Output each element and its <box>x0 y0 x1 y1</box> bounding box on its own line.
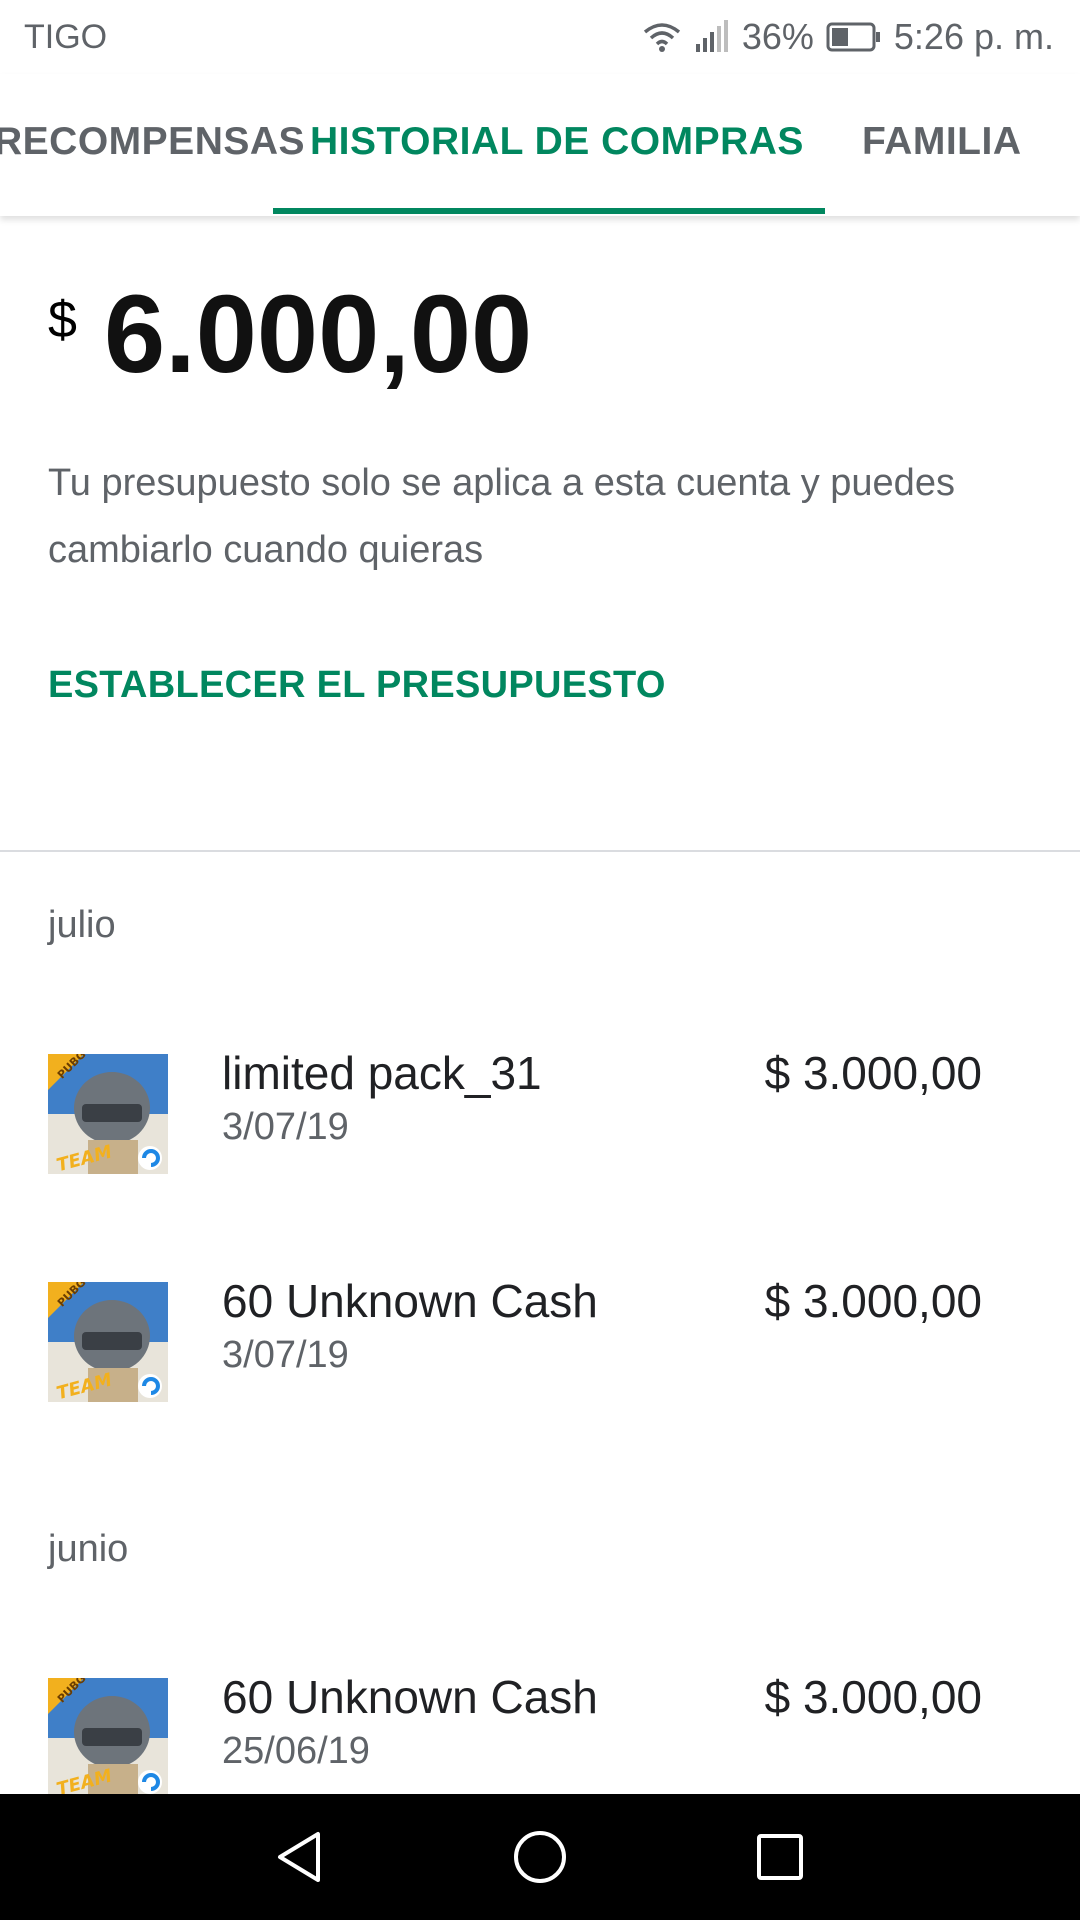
currency-symbol: $ <box>48 291 77 349</box>
tab-purchase-history[interactable]: HISTORIAL DE COMPRAS <box>310 120 804 164</box>
clock: 5:26 p. m. <box>893 16 1054 57</box>
pubg-app-icon: PUBG TEAM <box>48 1054 168 1174</box>
set-budget-button[interactable]: ESTABLECER EL PRESUPUESTO <box>48 664 666 707</box>
navigation-bar <box>0 1794 1080 1920</box>
purchase-item[interactable]: PUBG TEAM limited pack_31 3/07/19 $ 3.00… <box>0 1046 1080 1196</box>
tab-rewards[interactable]: RECOMPENSAS <box>0 120 305 164</box>
budget-description: Tu presupuesto solo se aplica a esta cue… <box>48 462 955 571</box>
back-icon[interactable] <box>264 1822 334 1892</box>
battery-percent: 36% <box>741 16 814 57</box>
recents-icon[interactable] <box>745 1822 815 1892</box>
home-icon[interactable] <box>505 1822 575 1892</box>
purchase-name: limited pack_31 <box>222 1047 542 1099</box>
status-icons: 36% 5:26 p. m. <box>642 14 1054 60</box>
purchase-price: $ 3.000,00 <box>764 1047 982 1099</box>
budget-value: 6.000,00 <box>104 273 533 396</box>
active-tab-indicator <box>273 208 825 214</box>
wifi-icon <box>642 20 682 54</box>
purchase-item[interactable]: PUBG TEAM 60 Unknown Cash 3/07/19 $ 3.00… <box>0 1274 1080 1424</box>
tab-family[interactable]: FAMILIA <box>862 120 1021 164</box>
purchase-price: $ 3.000,00 <box>764 1275 982 1327</box>
purchase-date: 3/07/19 <box>222 1106 349 1148</box>
purchase-name: 60 Unknown Cash <box>222 1671 598 1723</box>
carrier-name: TIGO <box>24 18 108 56</box>
pubg-app-icon: PUBG TEAM <box>48 1678 168 1798</box>
tab-bar: RECOMPENSAS HISTORIAL DE COMPRAS FAMILIA <box>0 74 1080 216</box>
purchase-price: $ 3.000,00 <box>764 1671 982 1723</box>
month-header: junio <box>48 1528 129 1570</box>
status-bar: TIGO 36% 5:26 p. m. <box>0 0 1080 74</box>
purchase-name: 60 Unknown Cash <box>222 1275 598 1327</box>
pubg-app-icon: PUBG TEAM <box>48 1282 168 1402</box>
battery-icon <box>826 22 882 52</box>
purchase-date: 25/06/19 <box>222 1730 370 1772</box>
divider <box>0 850 1080 852</box>
month-header: julio <box>48 904 116 946</box>
signal-icon <box>694 20 730 54</box>
purchase-date: 3/07/19 <box>222 1334 349 1376</box>
